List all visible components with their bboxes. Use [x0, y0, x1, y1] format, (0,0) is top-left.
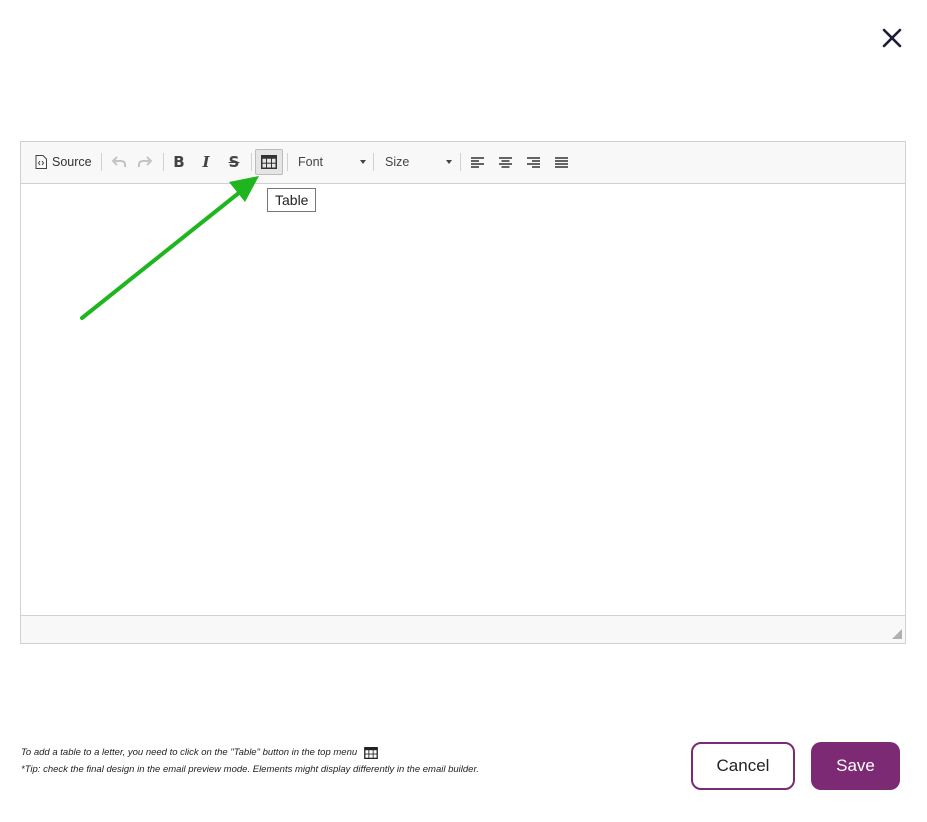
- toolbar-separator: [460, 153, 461, 171]
- footer-note-line1: To add a table to a letter, you need to …: [21, 747, 358, 758]
- footer-note: To add a table to a letter, you need to …: [21, 744, 479, 778]
- strikethrough-button[interactable]: S: [224, 150, 244, 174]
- undo-icon: [112, 156, 126, 167]
- align-center-icon: [498, 156, 512, 168]
- align-right-icon: [526, 156, 540, 168]
- toolbar-separator: [373, 153, 374, 171]
- footer-note-line2: *Tip: check the final design in the emai…: [21, 764, 479, 775]
- chevron-down-icon: [446, 160, 452, 164]
- table-icon: [364, 746, 378, 759]
- size-dropdown-label: Size: [385, 155, 410, 169]
- editor-content-area[interactable]: [21, 184, 905, 616]
- strikethrough-label: S: [228, 153, 240, 171]
- chevron-down-icon: [360, 160, 366, 164]
- bold-label: B: [173, 153, 185, 171]
- align-justify-icon: [554, 156, 568, 168]
- close-icon: [882, 28, 902, 48]
- source-code-icon: [35, 155, 47, 169]
- close-button[interactable]: [880, 26, 904, 50]
- align-left-icon: [470, 156, 484, 168]
- table-icon: [261, 155, 277, 169]
- redo-button[interactable]: [134, 150, 156, 174]
- source-button[interactable]: Source: [35, 150, 97, 174]
- save-button[interactable]: Save: [811, 742, 900, 790]
- font-dropdown-label: Font: [298, 155, 324, 169]
- rich-text-editor: Source B I S Font Size Table: [20, 141, 906, 644]
- align-center-button[interactable]: [495, 150, 515, 174]
- toolbar-separator: [101, 153, 102, 171]
- align-left-button[interactable]: [467, 150, 487, 174]
- italic-label: I: [202, 153, 210, 171]
- cancel-button[interactable]: Cancel: [691, 742, 795, 790]
- toolbar-separator: [163, 153, 164, 171]
- bold-button[interactable]: B: [169, 150, 189, 174]
- italic-button[interactable]: I: [196, 150, 216, 174]
- undo-button[interactable]: [108, 150, 130, 174]
- redo-icon: [138, 156, 152, 167]
- toolbar-separator: [287, 153, 288, 171]
- align-justify-button[interactable]: [551, 150, 571, 174]
- align-right-button[interactable]: [523, 150, 543, 174]
- table-tooltip: Table: [267, 188, 317, 212]
- editor-toolbar: Source B I S Font Size: [21, 142, 905, 184]
- table-button[interactable]: [255, 149, 283, 175]
- source-label: Source: [52, 155, 92, 169]
- editor-status-bar: [21, 615, 905, 643]
- font-dropdown[interactable]: Font: [298, 150, 366, 174]
- resize-handle-icon[interactable]: [892, 629, 902, 639]
- toolbar-separator: [251, 153, 252, 171]
- size-dropdown[interactable]: Size: [385, 150, 452, 174]
